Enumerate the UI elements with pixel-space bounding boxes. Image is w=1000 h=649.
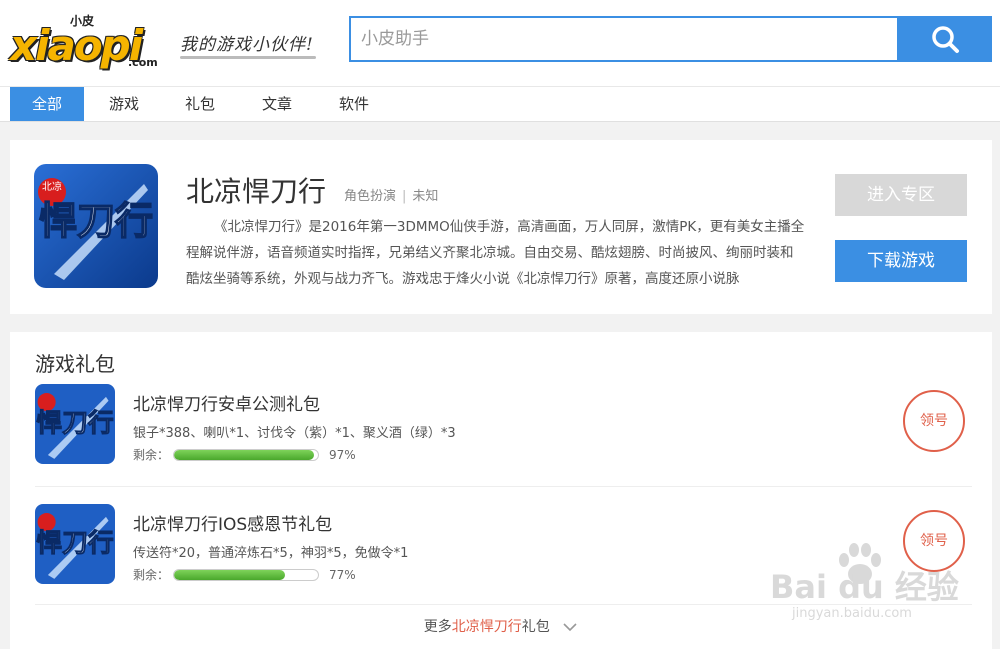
watermark-text: Bai du 经验 xyxy=(770,568,959,606)
category-tabs: 全部 游戏 礼包 文章 软件 xyxy=(0,86,1000,122)
game-title[interactable]: 北凉悍刀行 xyxy=(186,170,326,210)
search-input[interactable] xyxy=(351,18,897,60)
more-suffix: 礼包 xyxy=(521,619,550,635)
remaining-percent: 97% xyxy=(329,447,356,462)
site-logo[interactable]: 小皮 xiaopi .com xyxy=(10,12,170,72)
watermark-url: jingyan.baidu.com xyxy=(792,606,912,621)
gift-icon-text: 悍刀行 xyxy=(36,408,114,439)
tab-software[interactable]: 软件 xyxy=(318,87,390,121)
more-prefix: 更多 xyxy=(423,619,452,635)
search-box xyxy=(349,16,899,62)
baidu-jingyan-watermark: Bai du 经验 jingyan.baidu.com xyxy=(770,540,970,630)
game-icon[interactable]: 北凉 悍刀行 xyxy=(34,164,158,288)
gift-remaining: 剩余： 97% xyxy=(133,446,356,463)
claim-code-button[interactable]: 领号 xyxy=(903,390,965,452)
more-game-name: 北凉悍刀行 xyxy=(451,619,522,635)
gift-content: 传送符*20，普通淬炼石*5，神羽*5，免做令*1 xyxy=(133,546,409,561)
remaining-label: 剩余： xyxy=(133,448,170,462)
gift-remaining: 剩余： 77% xyxy=(133,566,356,583)
tab-all[interactable]: 全部 xyxy=(10,87,84,121)
tagline-underline xyxy=(180,56,316,59)
search-icon xyxy=(932,26,959,53)
remaining-percent: 77% xyxy=(329,567,356,582)
remaining-progress-fill xyxy=(174,569,285,580)
chevron-down-icon xyxy=(563,623,577,632)
enter-zone-button[interactable]: 进入专区 xyxy=(835,174,967,216)
meta-separator: | xyxy=(402,189,407,204)
logo-main-text: xiaopi xyxy=(10,21,143,70)
game-meta: 角色扮演 | 未知 xyxy=(344,185,438,204)
game-icon-small-text: 北凉 xyxy=(42,180,62,193)
remaining-progress-bar xyxy=(173,568,320,581)
gift-icon-text: 悍刀行 xyxy=(36,528,114,559)
search-button[interactable] xyxy=(898,16,992,62)
game-category: 角色扮演 xyxy=(344,189,397,204)
game-description: 《北凉悍刀行》是2016年第一3DMMO仙侠手游，高清画面，万人同屏，激情PK，… xyxy=(186,219,805,287)
game-status: 未知 xyxy=(412,189,439,204)
game-card: 北凉 悍刀行 北凉悍刀行 角色扮演 | 未知 《北凉悍刀行》是2016年第一3DMM… xyxy=(10,140,992,314)
gift-item: 悍刀行 北凉悍刀行安卓公测礼包 银子*388、喇叭*1、讨伐令（紫）*1、聚义酒… xyxy=(35,384,965,484)
download-game-button[interactable]: 下载游戏 xyxy=(835,240,967,282)
game-icon-big-text: 悍刀行 xyxy=(39,199,153,243)
gift-section-title: 游戏礼包 xyxy=(35,352,115,376)
tab-articles[interactable]: 文章 xyxy=(240,87,314,121)
tagline: 我的游戏小伙伴! xyxy=(180,35,314,55)
remaining-label: 剩余： xyxy=(133,568,170,582)
tab-gifts[interactable]: 礼包 xyxy=(164,87,236,121)
remaining-progress-bar xyxy=(173,448,320,461)
tab-games[interactable]: 游戏 xyxy=(88,87,160,121)
gift-content: 银子*388、喇叭*1、讨伐令（紫）*1、聚义酒（绿）*3 xyxy=(133,426,456,441)
header: 小皮 xiaopi .com 我的游戏小伙伴! xyxy=(0,0,1000,86)
remaining-progress-fill xyxy=(174,449,314,460)
divider xyxy=(35,486,972,487)
gift-game-icon[interactable]: 悍刀行 xyxy=(35,504,115,584)
logo-com-text: .com xyxy=(128,56,158,69)
gift-game-icon[interactable]: 悍刀行 xyxy=(35,384,115,464)
gift-name[interactable]: 北凉悍刀行安卓公测礼包 xyxy=(133,390,320,415)
gift-name[interactable]: 北凉悍刀行IOS感恩节礼包 xyxy=(133,510,332,535)
